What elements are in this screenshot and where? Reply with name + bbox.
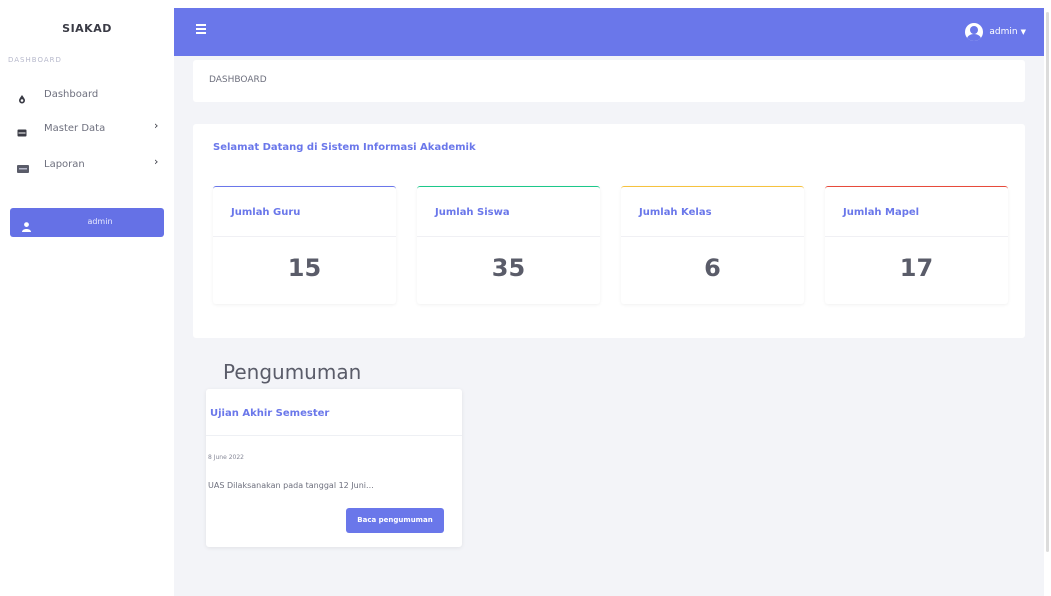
stat-value: 17 [899, 254, 934, 282]
sidebar-item-laporan[interactable]: Laporan › [0, 153, 174, 175]
welcome-card: Selamat Datang di Sistem Informasi Akade… [193, 124, 1025, 338]
sidebar-item-label: Laporan [44, 158, 85, 170]
breadcrumb: DASHBOARD [193, 60, 1025, 102]
stat-label: Jumlah Kelas [621, 187, 804, 237]
sidebar-item-label: Dashboard [44, 88, 99, 100]
stat-card-kelas: Jumlah Kelas 6 [621, 186, 804, 304]
announcement-excerpt: UAS Dilaksanakan pada tanggal 12 Juni... [208, 481, 374, 490]
sidebar-item-label: Master Data [44, 122, 106, 134]
scrollbar-thumb[interactable] [1046, 12, 1049, 552]
announcements-title: Pengumuman [223, 360, 362, 384]
stat-label: Jumlah Guru [213, 187, 396, 237]
stat-card-siswa: Jumlah Siswa 35 [417, 186, 600, 304]
chevron-right-icon: › [154, 155, 159, 168]
sidebar: SIAKAD DASHBOARD Dashboard Master Data ›… [0, 0, 174, 596]
user-name: admin [989, 27, 1018, 37]
welcome-title: Selamat Datang di Sistem Informasi Akade… [213, 142, 476, 153]
chevron-right-icon: › [154, 119, 159, 132]
stat-label: Jumlah Siswa [417, 187, 600, 237]
sidebar-item-master-data[interactable]: Master Data › [0, 117, 174, 139]
stat-value: 15 [287, 254, 322, 282]
database-icon [17, 123, 27, 137]
stat-label: Jumlah Mapel [825, 187, 1008, 237]
user-dropdown[interactable]: admin ▼ [965, 23, 1026, 41]
stat-value: 35 [491, 254, 526, 282]
sidebar-user-label: admin [87, 217, 113, 226]
announcement-date: 8 June 2022 [208, 454, 244, 461]
announcement-title: Ujian Akhir Semester [206, 389, 462, 436]
stat-card-guru: Jumlah Guru 15 [213, 186, 396, 304]
hamburger-icon[interactable] [196, 24, 206, 34]
report-icon [17, 159, 29, 173]
breadcrumb-text: DASHBOARD [209, 75, 267, 85]
avatar [965, 23, 984, 41]
stat-card-mapel: Jumlah Mapel 17 [825, 186, 1008, 304]
announcement-card: Ujian Akhir Semester 8 June 2022 UAS Dil… [206, 389, 462, 547]
sidebar-item-dashboard[interactable]: Dashboard [0, 83, 174, 105]
read-announcement-button[interactable]: Baca pengumuman [346, 508, 444, 533]
topbar: admin ▼ [174, 8, 1044, 56]
caret-down-icon: ▼ [1020, 28, 1026, 36]
sidebar-user-button[interactable]: admin [10, 208, 164, 237]
stat-value: 6 [704, 254, 721, 282]
brand-title[interactable]: SIAKAD [0, 22, 174, 35]
tint-icon [17, 89, 27, 104]
sidebar-heading: DASHBOARD [8, 56, 62, 64]
